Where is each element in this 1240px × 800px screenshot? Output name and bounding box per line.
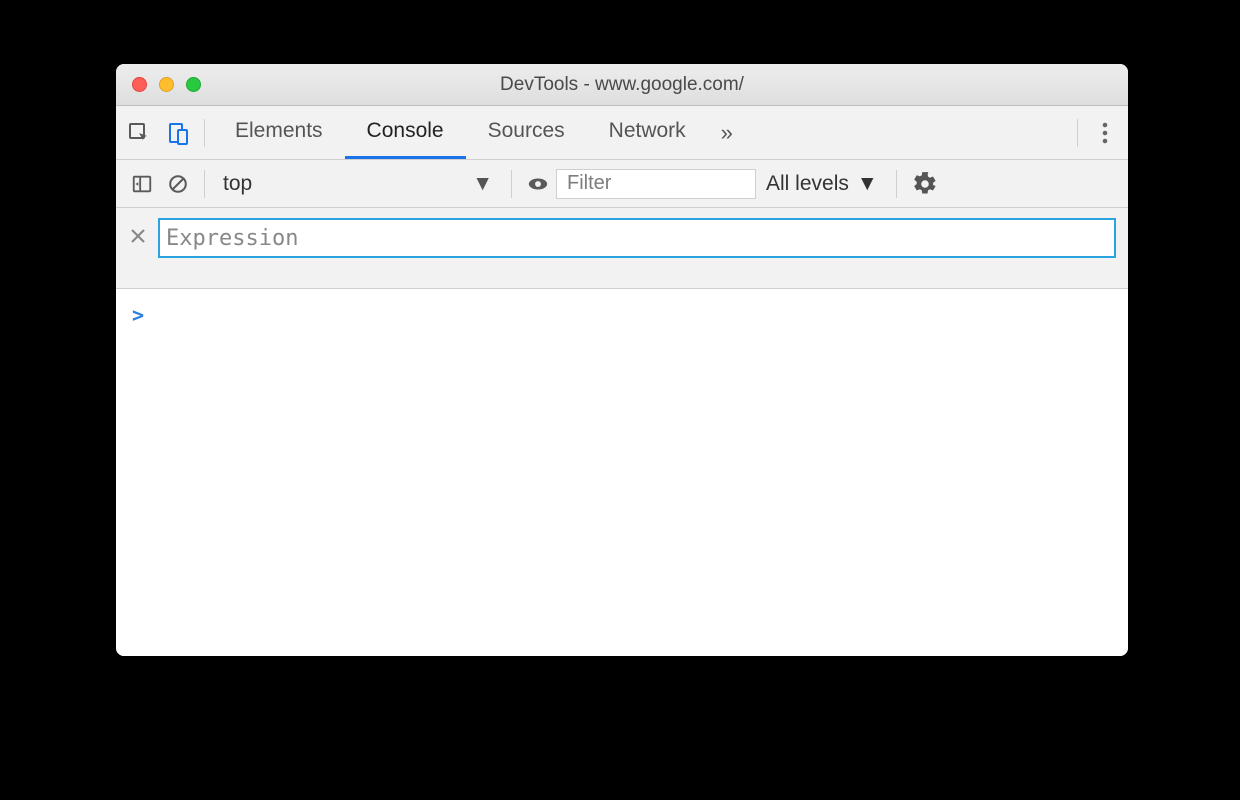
live-expression-row	[116, 208, 1128, 289]
live-expression-input[interactable]	[158, 218, 1116, 258]
console-output[interactable]: >	[116, 289, 1128, 656]
window-title: DevTools - www.google.com/	[116, 74, 1128, 96]
tab-network[interactable]: Network	[587, 106, 708, 159]
log-levels-select[interactable]: All levels ▼	[756, 166, 888, 202]
toggle-device-toolbar-button[interactable]	[158, 114, 196, 152]
separator	[204, 170, 205, 198]
traffic-lights	[116, 64, 201, 105]
filter-input[interactable]	[556, 169, 756, 199]
tab-console[interactable]: Console	[345, 106, 466, 159]
console-settings-button[interactable]	[905, 164, 945, 204]
chevron-double-right-icon: »	[721, 120, 733, 146]
tab-label: Console	[367, 119, 444, 143]
toggle-console-sidebar-button[interactable]	[124, 166, 160, 202]
kebab-icon	[1102, 121, 1108, 145]
separator	[511, 170, 512, 198]
devtools-window: DevTools - www.google.com/ Elements	[116, 64, 1128, 656]
zoom-window-button[interactable]	[186, 77, 201, 92]
tab-sources[interactable]: Sources	[466, 106, 587, 159]
tab-elements[interactable]: Elements	[213, 106, 345, 159]
main-toolbar: Elements Console Sources Network »	[116, 106, 1128, 160]
more-tabs-button[interactable]: »	[708, 106, 746, 159]
panel-tabs: Elements Console Sources Network »	[213, 106, 746, 159]
caret-down-icon: ▼	[472, 172, 493, 196]
create-live-expression-button[interactable]	[520, 166, 556, 202]
remove-live-expression-button[interactable]	[128, 226, 148, 246]
separator	[896, 170, 897, 198]
customize-devtools-button[interactable]	[1086, 121, 1124, 145]
inspect-element-button[interactable]	[120, 114, 158, 152]
console-prompt-caret-icon: >	[132, 303, 144, 327]
tab-label: Sources	[488, 119, 565, 143]
tab-label: Elements	[235, 119, 323, 143]
clear-console-button[interactable]	[160, 166, 196, 202]
titlebar: DevTools - www.google.com/	[116, 64, 1128, 106]
tab-label: Network	[609, 119, 686, 143]
separator	[1077, 119, 1078, 147]
execution-context-select[interactable]: top ▼	[213, 166, 503, 202]
context-label: top	[223, 172, 252, 196]
minimize-window-button[interactable]	[159, 77, 174, 92]
close-window-button[interactable]	[132, 77, 147, 92]
levels-label: All levels	[766, 172, 849, 196]
caret-down-icon: ▼	[857, 172, 878, 196]
separator	[204, 119, 205, 147]
console-toolbar: top ▼ All levels ▼	[116, 160, 1128, 208]
